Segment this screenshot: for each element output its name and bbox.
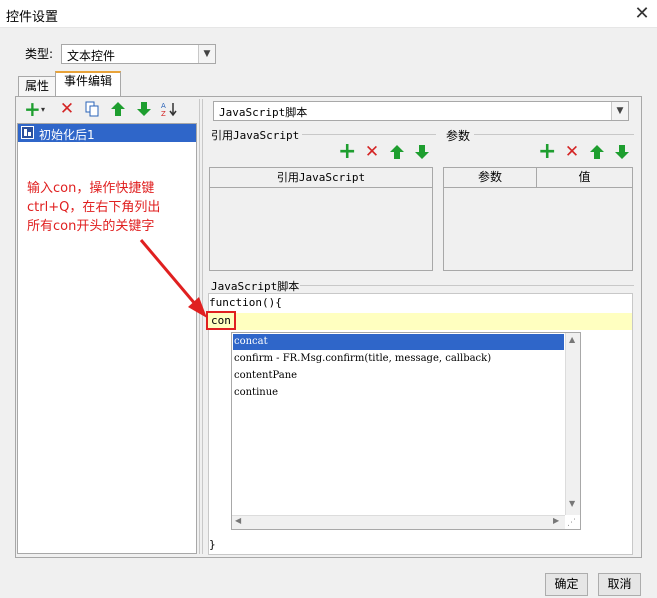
cancel-button[interactable]: 取消 <box>598 573 641 596</box>
annotation-arrow <box>139 239 207 318</box>
ok-button[interactable]: 确定 <box>545 573 588 596</box>
